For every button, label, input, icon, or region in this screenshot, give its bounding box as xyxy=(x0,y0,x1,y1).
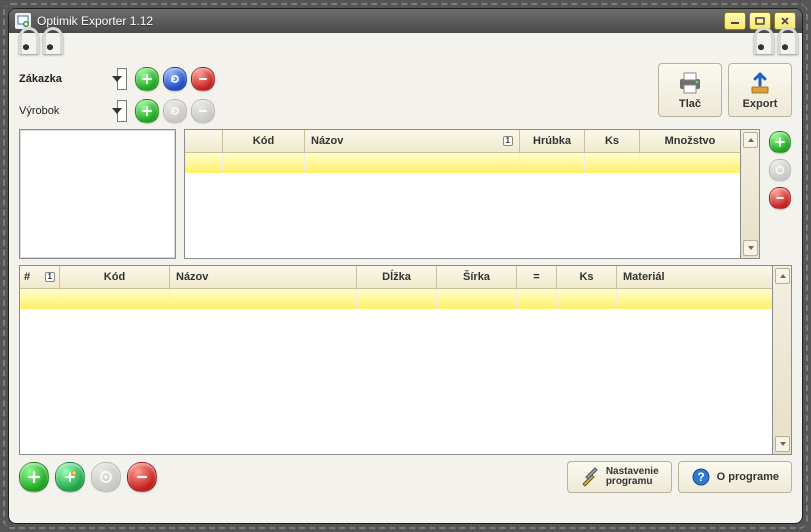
print-button[interactable]: Tlač xyxy=(658,63,722,117)
help-icon: ? xyxy=(691,467,711,487)
col-kod[interactable]: Kód xyxy=(223,130,305,152)
part-edit-button xyxy=(91,462,121,492)
col-hrubka[interactable]: Hrúbka xyxy=(520,130,585,152)
zakazka-combo[interactable] xyxy=(117,68,127,90)
tools-icon xyxy=(580,467,600,487)
scroll-down-icon[interactable] xyxy=(743,240,758,256)
pcol-eq[interactable]: = xyxy=(517,266,557,288)
col-nazov[interactable]: Názov 1 xyxy=(305,130,520,152)
zakazka-refresh-button[interactable] xyxy=(163,67,187,91)
materials-grid-header: Kód Názov 1 Hrúbka Ks Množstvo xyxy=(185,130,740,153)
svg-text:?: ? xyxy=(697,470,704,484)
pcol-sirka[interactable]: Šírka xyxy=(437,266,517,288)
print-label: Tlač xyxy=(679,98,701,110)
part-duplicate-button[interactable] xyxy=(55,462,85,492)
pcol-dlzka[interactable]: Dĺžka xyxy=(357,266,437,288)
zakazka-delete-button[interactable] xyxy=(191,67,215,91)
sort-indicator: 1 xyxy=(45,272,55,282)
material-add-button[interactable] xyxy=(769,131,791,153)
part-add-button[interactable] xyxy=(19,462,49,492)
pcol-nazov[interactable]: Názov xyxy=(170,266,357,288)
parts-grid-header: # 1 Kód Názov Dĺžka Šírka = Ks Materiál xyxy=(20,266,772,289)
window-title: Optimik Exporter 1.12 xyxy=(37,14,724,28)
parts-grid[interactable]: # 1 Kód Názov Dĺžka Šírka = Ks Materiál xyxy=(19,265,773,455)
vyrobok-refresh-button xyxy=(163,99,187,123)
vyrobok-delete-button xyxy=(191,99,215,123)
pcol-num[interactable]: # 1 xyxy=(20,266,60,288)
pcol-material[interactable]: Materiál xyxy=(617,266,772,288)
parts-grid-row[interactable] xyxy=(20,289,772,309)
materials-scrollbar[interactable] xyxy=(741,129,760,259)
preview-panel xyxy=(19,129,176,259)
printer-icon xyxy=(676,71,704,95)
about-button[interactable]: ? O programe xyxy=(678,461,792,493)
zakazka-label: Zákazka xyxy=(19,73,109,85)
settings-line2: programu xyxy=(606,477,659,488)
export-icon xyxy=(746,71,774,95)
material-delete-button[interactable] xyxy=(769,187,791,209)
app-window: Optimik Exporter 1.12 Zákazka xyxy=(8,8,803,524)
titlebar[interactable]: Optimik Exporter 1.12 xyxy=(9,9,802,33)
binder-rings xyxy=(9,33,802,59)
part-delete-button[interactable] xyxy=(127,462,157,492)
export-label: Export xyxy=(743,98,778,110)
vyrobok-label: Výrobok xyxy=(19,105,109,117)
materials-grid-row[interactable] xyxy=(185,153,740,173)
col-blank[interactable] xyxy=(185,130,223,152)
vyrobok-combo[interactable] xyxy=(117,100,127,122)
zakazka-add-button[interactable] xyxy=(135,67,159,91)
pcol-kod[interactable]: Kód xyxy=(60,266,170,288)
about-label: O programe xyxy=(717,471,779,483)
scroll-up-icon[interactable] xyxy=(775,268,790,284)
chevron-down-icon xyxy=(112,76,122,82)
chevron-down-icon xyxy=(112,108,122,114)
sort-indicator: 1 xyxy=(503,136,513,146)
scroll-down-icon[interactable] xyxy=(775,436,790,452)
col-mnozstvo[interactable]: Množstvo xyxy=(640,130,740,152)
scroll-up-icon[interactable] xyxy=(743,132,758,148)
parts-scrollbar[interactable] xyxy=(773,265,792,455)
vyrobok-add-button[interactable] xyxy=(135,99,159,123)
settings-button[interactable]: Nastavenie programu xyxy=(567,461,672,493)
minimize-button[interactable] xyxy=(724,12,746,30)
pcol-ks[interactable]: Ks xyxy=(557,266,617,288)
col-ks[interactable]: Ks xyxy=(585,130,640,152)
materials-grid[interactable]: Kód Názov 1 Hrúbka Ks Množstvo xyxy=(184,129,741,259)
material-edit-button xyxy=(769,159,791,181)
export-button[interactable]: Export xyxy=(728,63,792,117)
